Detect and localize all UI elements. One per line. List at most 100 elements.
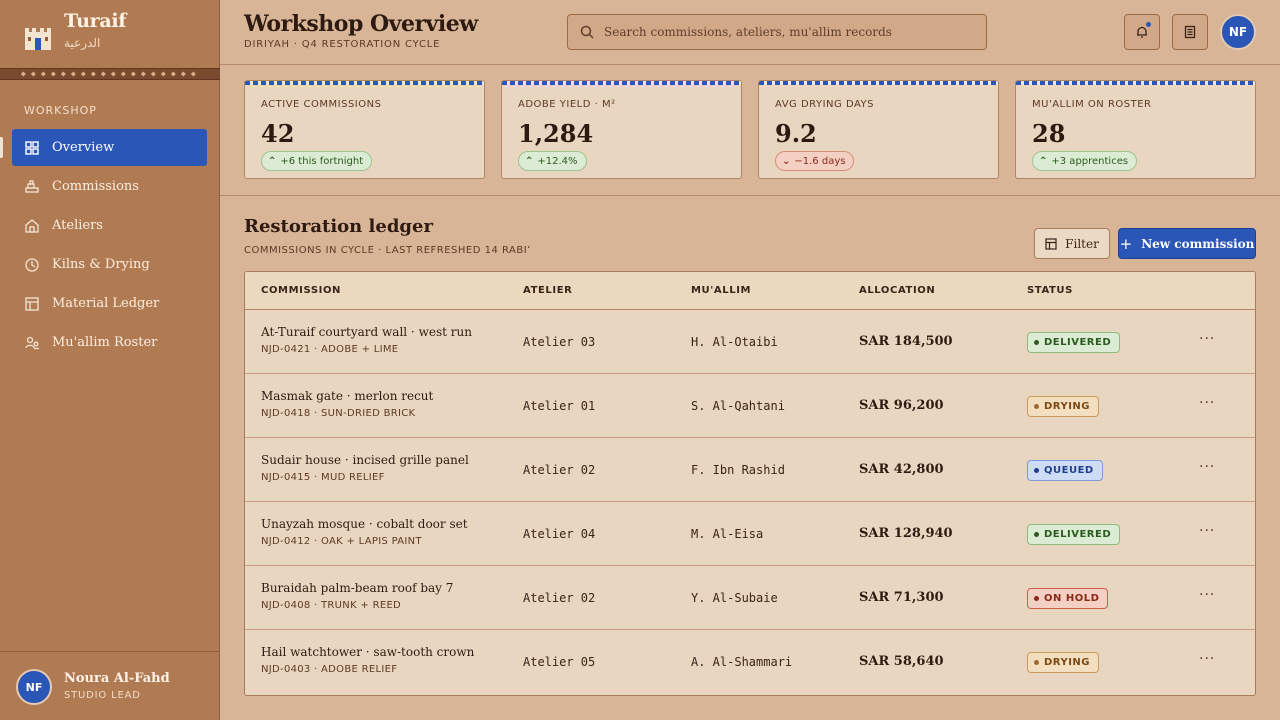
brand[interactable]: Turaif الدرعية [24,10,214,62]
status-text: DELIVERED [1044,529,1112,540]
more-options-icon[interactable]: ··· [1199,395,1215,411]
kpi-card-adobe-yield: ADOBE YIELD · M² 1,284 ⌃ +12.4% [501,80,742,179]
kpi-delta: ⌃ +6 this fortnight [261,151,373,171]
status-dot [1034,404,1039,409]
commission-code: NJD-0418 · SUN-DRIED BRICK [261,408,416,419]
reports-button[interactable] [1172,14,1208,50]
kpi-card-active-commissions: ACTIVE COMMISSIONS 42 ⌃ +6 this fortnigh… [244,80,485,179]
more-options-icon[interactable]: ··· [1199,651,1215,667]
status-badge: DRYING [1027,652,1099,673]
more-options-icon[interactable]: ··· [1199,523,1215,539]
allocation-cell: SAR 184,500 [859,334,953,349]
ledger-title: Restoration ledger [244,216,433,237]
notifications-button[interactable] [1124,14,1160,50]
kpi-delta: ⌄ −1.6 days [775,151,855,171]
fort-logo-icon [25,28,51,50]
sidebar-item-label: Commissions [52,179,139,194]
table-row[interactable]: Buraidah palm-beam roof bay 7 NJD-0408 ·… [245,566,1255,630]
status-text: DRYING [1044,401,1090,412]
table-row[interactable]: Hail watchtower · saw-tooth crown NJD-04… [245,630,1255,694]
commission-code: NJD-0421 · ADOBE + LIME [261,344,399,355]
card-stripe [1016,81,1255,85]
kpi-delta-text: −1.6 days [794,155,846,167]
chevron-down-icon: ⌄ [782,155,791,167]
sidebar-item-label: Kilns & Drying [52,257,150,272]
kpi-delta-text: +6 this fortnight [280,155,364,167]
sidebar-item-ateliers[interactable]: Ateliers [12,207,207,244]
new-commission-label: New commission [1141,236,1255,251]
house-icon [25,218,39,233]
card-stripe [245,81,484,85]
new-commission-button[interactable]: + New commission [1118,228,1256,259]
status-text: ON HOLD [1044,593,1100,604]
status-text: QUEUED [1044,465,1094,476]
table-row[interactable]: Masmak gate · merlon recut NJD-0418 · SU… [245,374,1255,438]
commission-code: NJD-0412 · OAK + LAPIS PAINT [261,536,422,547]
filter-button[interactable]: Filter [1034,228,1110,259]
commission-code: NJD-0403 · ADOBE RELIEF [261,664,398,675]
table-header: COMMISSION ATELIER MU'ALLIM ALLOCATION S… [245,272,1255,310]
table-row[interactable]: Sudair house · incised grille panel NJD-… [245,438,1255,502]
status-badge: DELIVERED [1027,524,1121,545]
search-input[interactable] [604,25,984,39]
header-avatar[interactable]: NF [1220,14,1256,50]
atelier-cell: Atelier 05 [523,655,596,669]
sidebar-item-mualim-roster[interactable]: Mu'allim Roster [12,324,207,361]
user-profile[interactable]: NF Noura Al-Fahd STUDIO LEAD [0,651,220,720]
sidebar-section-label: WORKSHOP [24,104,97,117]
sidebar-item-commissions[interactable]: Commissions [12,168,207,205]
allocation-cell: SAR 96,200 [859,398,944,413]
column-header[interactable]: ALLOCATION [859,285,935,296]
table-row[interactable]: Unayzah mosque · cobalt door set NJD-041… [245,502,1255,566]
status-badge: DELIVERED [1027,332,1121,353]
mualim-cell: M. Al-Eisa [691,527,764,541]
avatar: NF [16,669,52,705]
filter-label: Filter [1065,236,1099,251]
page-subtitle: DIRIYAH · Q4 RESTORATION CYCLE [244,39,441,50]
column-header[interactable]: MU'ALLIM [691,285,751,296]
mualim-cell: A. Al-Shammari [691,655,793,669]
bell-icon [1137,26,1147,38]
diamond-band [0,68,220,80]
sidebar-item-material-ledger[interactable]: Material Ledger [12,285,207,322]
atelier-cell: Atelier 02 [523,463,596,477]
kpi-value: 9.2 [775,119,817,148]
kpi-label: ACTIVE COMMISSIONS [261,99,382,110]
more-options-icon[interactable]: ··· [1199,331,1215,347]
mualim-cell: F. Ibn Rashid [691,463,785,477]
more-options-icon[interactable]: ··· [1199,587,1215,603]
sidebar-item-overview[interactable]: Overview [0,129,207,166]
page-title: Workshop Overview [244,11,478,37]
notification-dot [1146,22,1151,27]
brand-arabic-name: الدرعية [64,36,101,50]
kpi-delta-text: +12.4% [537,155,578,167]
card-stripe [502,81,741,85]
commission-title: Sudair house · incised grille panel [261,453,469,467]
sidebar-item-kilns[interactable]: Kilns & Drying [12,246,207,283]
column-header[interactable]: STATUS [1027,285,1073,296]
more-options-icon[interactable]: ··· [1199,459,1215,475]
allocation-cell: SAR 71,300 [859,590,944,605]
mualim-cell: H. Al-Otaibi [691,335,778,349]
people-icon [25,336,39,349]
column-header[interactable]: COMMISSION [261,285,341,296]
table-row[interactable]: At-Turaif courtyard wall · west run NJD-… [245,310,1255,374]
ledger-icon [25,296,39,311]
commission-title: Hail watchtower · saw-tooth crown [261,645,475,659]
status-dot [1034,660,1039,665]
mualim-cell: S. Al-Qahtani [691,399,785,413]
document-icon [1184,25,1196,39]
status-dot [1034,532,1039,537]
column-header[interactable]: ATELIER [523,285,572,296]
header-divider [220,64,1280,65]
active-indicator [0,137,3,158]
sidebar-nav: Overview Commissions Ateliers Kilns & Dr… [0,129,207,363]
atelier-cell: Atelier 02 [523,591,596,605]
sidebar-item-label: Ateliers [52,218,103,233]
kpi-cards: ACTIVE COMMISSIONS 42 ⌃ +6 this fortnigh… [244,80,1256,180]
status-dot [1034,468,1039,473]
kpi-delta: ⌃ +3 apprentices [1032,151,1138,171]
atelier-cell: Atelier 03 [523,335,596,349]
search-bar[interactable] [567,14,987,50]
mualim-cell: Y. Al-Subaie [691,591,778,605]
